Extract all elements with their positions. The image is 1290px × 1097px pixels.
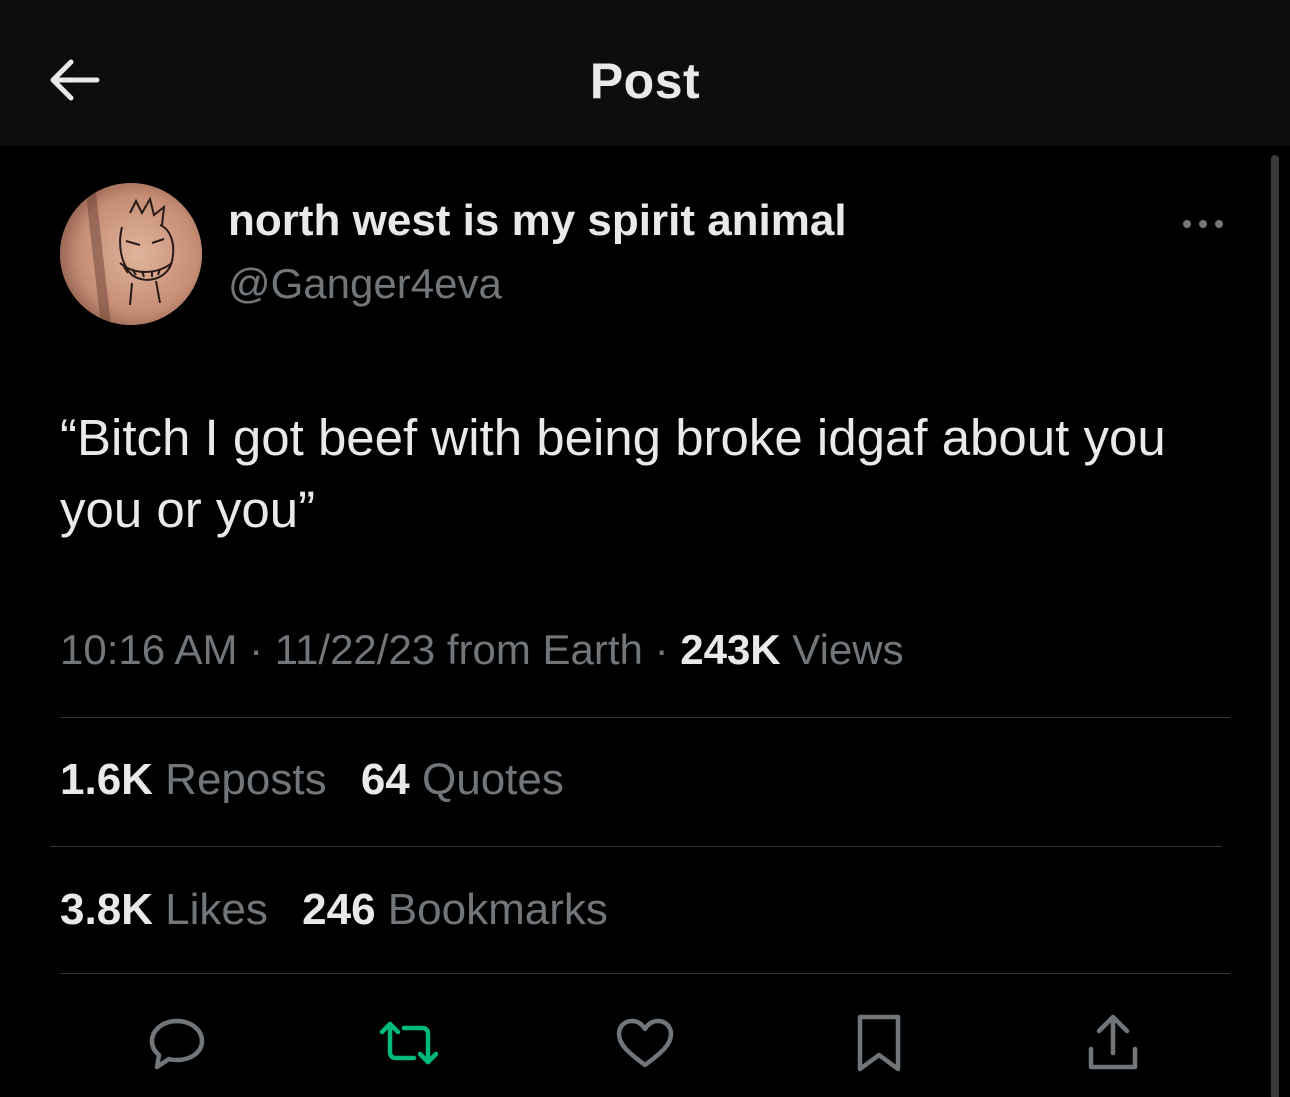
bookmarks-stat[interactable]: 246 Bookmarks xyxy=(302,885,608,935)
post-date: 11/22/23 xyxy=(274,626,436,673)
bookmark-button[interactable] xyxy=(844,1008,914,1078)
share-icon xyxy=(1088,1014,1138,1070)
more-options-button[interactable] xyxy=(1178,206,1228,242)
quotes-stat[interactable]: 64 Quotes xyxy=(361,755,564,805)
post-time: 10:16 AM xyxy=(60,626,238,673)
reposts-label: Reposts xyxy=(152,755,327,804)
meta-separator: · xyxy=(642,626,681,673)
stats-row-reposts: 1.6K Reposts 64 Quotes xyxy=(60,755,586,805)
bookmarks-count: 246 xyxy=(302,885,376,934)
post-meta: 10:16 AM · 11/22/23 from Earth · 243K Vi… xyxy=(60,626,904,674)
reposts-stat[interactable]: 1.6K Reposts xyxy=(60,755,327,805)
divider xyxy=(50,846,1222,847)
views-count: 243K xyxy=(680,626,781,673)
heart-icon xyxy=(616,1018,674,1068)
divider xyxy=(60,717,1230,718)
avatar[interactable] xyxy=(60,183,202,325)
likes-count: 3.8K xyxy=(60,885,153,934)
repost-button[interactable] xyxy=(374,1008,444,1078)
page-title: Post xyxy=(589,53,701,109)
post-source: from Earth xyxy=(435,626,643,673)
reply-icon xyxy=(149,1018,205,1070)
share-button[interactable] xyxy=(1078,1008,1148,1078)
author-handle[interactable]: @Ganger4eva xyxy=(228,260,502,308)
bookmarks-label: Bookmarks xyxy=(375,885,608,934)
meta-separator: · xyxy=(237,626,275,673)
divider xyxy=(60,973,1230,974)
post-text: “Bitch I got beef with being broke idgaf… xyxy=(60,409,1166,538)
quotes-label: Quotes xyxy=(409,755,564,804)
more-dots-icon xyxy=(1183,220,1223,228)
post-detail-screen: Post north west is my spirit animal @Gan… xyxy=(0,0,1290,1097)
reposts-count: 1.6K xyxy=(60,755,153,804)
likes-label: Likes xyxy=(152,885,268,934)
bookmark-icon xyxy=(857,1014,901,1072)
avatar-tattoo-image xyxy=(60,183,202,325)
scrollbar[interactable] xyxy=(1271,155,1279,1097)
quotes-count: 64 xyxy=(360,755,410,804)
likes-stat[interactable]: 3.8K Likes xyxy=(60,885,268,935)
like-button[interactable] xyxy=(610,1008,680,1078)
reply-button[interactable] xyxy=(142,1008,212,1078)
repost-icon xyxy=(379,1021,439,1065)
views-label: Views xyxy=(780,626,904,673)
author-display-name[interactable]: north west is my spirit animal xyxy=(228,196,847,246)
stats-row-likes: 3.8K Likes 246 Bookmarks xyxy=(60,885,630,935)
top-bar: Post xyxy=(0,0,1290,146)
